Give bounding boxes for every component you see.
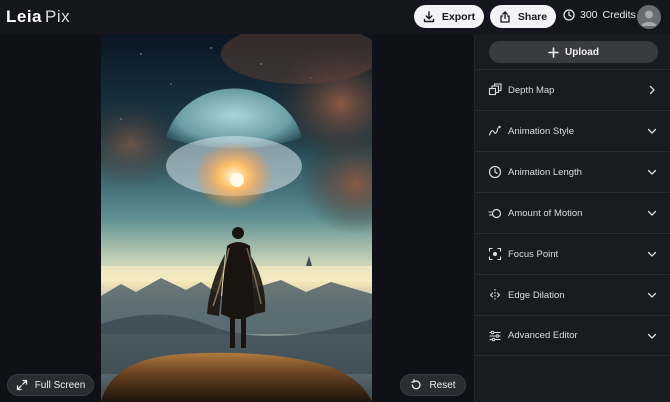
chevron-right-icon (649, 85, 655, 95)
section-focus-point[interactable]: Focus Point (475, 233, 670, 274)
preview-image[interactable] (101, 34, 372, 402)
section-label: Depth Map (508, 84, 555, 96)
section-animation-length[interactable]: Animation Length (475, 151, 670, 192)
leiapix-logo[interactable]: Leia Pix (6, 7, 70, 27)
share-button[interactable]: Share (490, 5, 556, 28)
chevron-down-icon (647, 333, 657, 339)
full-screen-button[interactable]: Full Screen (7, 374, 94, 396)
clock-icon (488, 165, 502, 179)
reset-icon (411, 379, 422, 390)
upload-label: Upload (565, 46, 599, 58)
section-edge-dilation[interactable]: Edge Dilation (475, 274, 670, 315)
upload-button[interactable]: Upload (489, 41, 658, 63)
chevron-down-icon (647, 292, 657, 298)
section-label: Amount of Motion (508, 207, 583, 219)
logo-sub-text: Pix (45, 7, 71, 26)
preview-canvas: Full Screen Reset (0, 34, 474, 402)
preview-artwork (101, 34, 372, 402)
section-label: Animation Length (508, 166, 582, 178)
chevron-down-icon (647, 128, 657, 134)
download-icon (423, 10, 435, 22)
clock-icon (563, 9, 575, 21)
section-label: Advanced Editor (508, 330, 578, 341)
edge-dilation-icon (489, 289, 501, 301)
full-screen-label: Full Screen (34, 379, 86, 391)
section-advanced-editor[interactable]: Advanced Editor (475, 315, 670, 356)
export-label: Export (441, 10, 476, 23)
logo-main-text: Leia (6, 7, 43, 26)
expand-icon (16, 379, 27, 391)
section-amount-of-motion[interactable]: Amount of Motion (475, 192, 670, 233)
depth-map-icon (488, 83, 502, 96)
credits-count: 300 (580, 9, 598, 21)
section-label: Animation Style (508, 125, 575, 137)
section-label: Focus Point (508, 248, 559, 260)
chevron-down-icon (647, 251, 657, 257)
reset-button[interactable]: Reset (400, 374, 466, 396)
chevron-down-icon (647, 210, 657, 216)
section-label: Edge Dilation (508, 289, 565, 301)
sliders-icon (489, 330, 501, 342)
top-bar: Leia Pix Export Share 300 Credits (0, 0, 670, 34)
user-icon (641, 10, 657, 26)
credits-indicator[interactable]: 300 Credits (563, 9, 636, 21)
avatar[interactable] (637, 5, 661, 29)
settings-sidebar: Upload Depth Map Animation Style Animati… (474, 34, 670, 402)
section-depth-map[interactable]: Depth Map (475, 69, 670, 110)
chevron-down-icon (647, 169, 657, 175)
credits-label: Credits (602, 9, 636, 21)
animation-style-icon (488, 125, 501, 136)
plus-icon (548, 46, 559, 58)
share-icon (500, 10, 510, 23)
share-label: Share (517, 10, 548, 23)
focus-point-icon (488, 247, 502, 261)
export-button[interactable]: Export (414, 5, 484, 28)
section-animation-style[interactable]: Animation Style (475, 110, 670, 151)
motion-icon (488, 208, 502, 219)
reset-label: Reset (429, 379, 456, 391)
